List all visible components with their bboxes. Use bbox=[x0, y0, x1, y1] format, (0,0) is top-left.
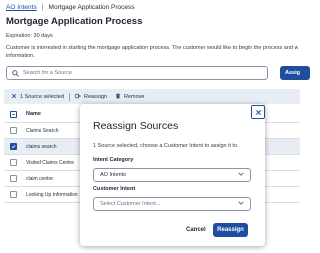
intent-category-select[interactable]: AO Intents bbox=[93, 168, 251, 182]
customer-intent-label: Customer Intent bbox=[93, 186, 136, 192]
reassign-icon bbox=[75, 93, 84, 101]
bulk-action-bar: 1 Source selected Reassign Remove bbox=[4, 89, 300, 104]
description-line-1: Customer is interested in starting the m… bbox=[6, 45, 298, 51]
cancel-button[interactable]: Cancel bbox=[186, 227, 206, 233]
breadcrumb-link-ao-intents[interactable]: AO Intents bbox=[6, 4, 37, 11]
row-name: Looking Up Information bbox=[26, 191, 78, 198]
intent-category-value: AO Intents bbox=[100, 172, 126, 178]
select-all-checkbox[interactable] bbox=[10, 110, 17, 118]
source-search-input[interactable] bbox=[23, 70, 243, 76]
row-name: claim centre bbox=[26, 175, 53, 182]
row-checkbox[interactable] bbox=[10, 143, 17, 150]
intent-description: Customer is interested in starting the m… bbox=[6, 45, 298, 60]
chevron-down-icon bbox=[238, 201, 244, 207]
remove-action-label: Remove bbox=[123, 93, 145, 100]
source-search-box[interactable] bbox=[6, 66, 268, 80]
customer-intent-placeholder: Select Customer Intent... bbox=[100, 201, 161, 207]
column-header-name[interactable]: Name bbox=[26, 111, 41, 117]
reassign-action-label: Reassign bbox=[84, 93, 107, 100]
modal-title: Reassign Sources bbox=[93, 120, 179, 132]
modal-subtitle: 1 Source selected, choose a Customer Int… bbox=[93, 143, 239, 149]
breadcrumb-separator: | bbox=[41, 4, 44, 11]
chevron-down-icon bbox=[238, 172, 244, 178]
reassign-button[interactable]: Reassign bbox=[213, 223, 248, 237]
expiration-text: Expiration: 30 days bbox=[6, 33, 53, 39]
description-line-2: information. bbox=[6, 52, 35, 59]
modal-close-button[interactable] bbox=[251, 105, 265, 119]
row-name: Claims Search bbox=[26, 127, 59, 134]
action-bar-divider bbox=[69, 92, 71, 101]
row-checkbox[interactable] bbox=[10, 175, 17, 182]
close-icon bbox=[11, 93, 20, 101]
row-name: claims search bbox=[26, 143, 57, 150]
assign-button[interactable]: Assig bbox=[280, 66, 310, 80]
remove-action-button[interactable]: Remove bbox=[115, 92, 145, 101]
close-icon bbox=[255, 103, 262, 121]
reassign-action-button[interactable]: Reassign bbox=[75, 93, 107, 101]
row-checkbox[interactable] bbox=[10, 159, 17, 166]
row-name: Visited Claims Centre bbox=[26, 159, 74, 166]
row-checkbox[interactable] bbox=[10, 127, 17, 134]
intent-category-label: Intent Category bbox=[93, 157, 134, 163]
row-checkbox[interactable] bbox=[10, 191, 17, 198]
breadcrumb-current: Mortgage Application Process bbox=[48, 4, 135, 11]
breadcrumb: AO Intents | Mortgage Application Proces… bbox=[6, 4, 135, 11]
deselect-all-button[interactable]: 1 Source selected bbox=[11, 93, 64, 101]
selected-count-label: 1 Source selected bbox=[20, 93, 65, 100]
customer-intent-select[interactable]: Select Customer Intent... bbox=[93, 197, 251, 211]
trash-icon bbox=[115, 92, 124, 101]
page-title: Mortgage Application Process bbox=[6, 16, 143, 27]
search-icon bbox=[12, 64, 19, 82]
